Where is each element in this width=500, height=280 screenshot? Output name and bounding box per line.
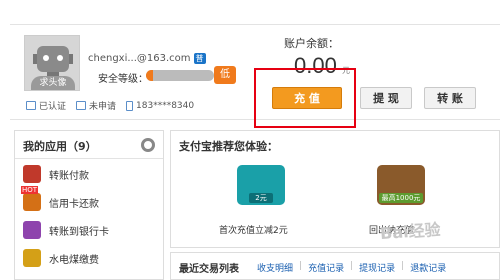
avatar-eye-right <box>57 55 63 61</box>
avatar[interactable]: 求头像 <box>24 35 80 91</box>
app-item-label: 水电煤缴费 <box>49 254 99 266</box>
verification-certificate[interactable]: 未申请 <box>76 99 116 112</box>
app-item-label: 信用卡还款 <box>49 198 99 210</box>
separator: | <box>299 261 303 271</box>
separator: | <box>350 261 354 271</box>
credit-card-icon: HOT <box>21 186 41 211</box>
recharge-promo-tag: 2元 <box>249 193 273 203</box>
recharge-promo-caption[interactable]: 首次充值立减2元 <box>219 223 288 236</box>
account-email: chengxi...@163.com 普 <box>88 53 206 64</box>
verification-phone-label: 183****8340 <box>136 100 195 111</box>
watermark: Bai经验 <box>379 219 442 244</box>
verification-id-label: 已认证 <box>39 102 67 112</box>
apps-title: 我的应用（9） <box>23 140 97 153</box>
app-item-credit-card[interactable]: HOT 信用卡还款 <box>21 186 99 211</box>
verification-phone[interactable]: 183****8340 <box>126 100 195 111</box>
transfer-icon <box>23 165 41 183</box>
avatar-head <box>37 46 69 72</box>
avatar-ear-right <box>69 54 73 64</box>
link-income-expense[interactable]: 收支明细 <box>257 261 293 274</box>
phone-icon <box>126 100 134 111</box>
verification-certificate-label: 未申请 <box>89 102 117 112</box>
link-withdraw-records[interactable]: 提现记录 <box>359 261 395 274</box>
recharge-promo-icon[interactable]: 2元 <box>237 165 285 205</box>
verification-id[interactable]: 已认证 <box>26 99 66 112</box>
security-bar-fill <box>146 70 153 81</box>
transactions-panel: 最近交易列表 收支明细 | 充值记录 | 提现记录 | 退款记录 <box>170 252 500 280</box>
recommend-title: 支付宝推荐您体验： <box>179 140 278 153</box>
my-apps-panel: 我的应用（9） 转账付款 HOT 信用卡还款 转账到银行卡 水电煤缴费 <box>14 130 164 280</box>
email-text: chengxi...@163.com <box>88 53 191 64</box>
avatar-eye-left <box>43 55 49 61</box>
app-item-utility[interactable]: 水电煤缴费 <box>23 249 99 267</box>
security-bar <box>146 70 214 81</box>
transactions-links: 收支明细 | 充值记录 | 提现记录 | 退款记录 <box>257 261 446 274</box>
highlight-annotation <box>254 68 356 128</box>
balance-label: 账户余额： <box>284 37 339 50</box>
bank-card-icon <box>23 221 41 239</box>
id-card-icon <box>26 101 36 110</box>
verification-row: 已认证 未申请 183****8340 <box>26 99 194 112</box>
separator: | <box>401 261 405 271</box>
transactions-title: 最近交易列表 <box>179 264 239 275</box>
transfer-button[interactable]: 转 账 <box>424 87 476 109</box>
apps-header: 我的应用（9） <box>15 131 163 159</box>
utility-icon <box>23 249 41 267</box>
app-item-transfer[interactable]: 转账付款 <box>23 165 89 183</box>
store-promo-icon[interactable]: 最高1000元 <box>377 165 425 205</box>
app-item-label: 转账付款 <box>49 170 89 182</box>
certificate-icon <box>76 101 87 110</box>
security-label: 安全等级： <box>98 74 148 85</box>
store-promo-tag: 最高1000元 <box>379 193 423 203</box>
hot-badge: HOT <box>21 186 39 194</box>
link-recharge-records[interactable]: 充值记录 <box>308 261 344 274</box>
link-refund-records[interactable]: 退款记录 <box>410 261 446 274</box>
email-tag: 普 <box>193 53 206 64</box>
app-item-bank-card[interactable]: 转账到银行卡 <box>23 221 109 239</box>
recommend-panel: 支付宝推荐您体验： 2元 首次充值立减2元 最高1000元 回出纳充值 <box>170 130 500 248</box>
withdraw-button[interactable]: 提 现 <box>360 87 412 109</box>
app-item-label: 转账到银行卡 <box>49 226 109 238</box>
avatar-label[interactable]: 求头像 <box>25 75 79 88</box>
gear-icon[interactable] <box>141 138 155 152</box>
security-level-badge[interactable]: 低 <box>214 66 236 84</box>
